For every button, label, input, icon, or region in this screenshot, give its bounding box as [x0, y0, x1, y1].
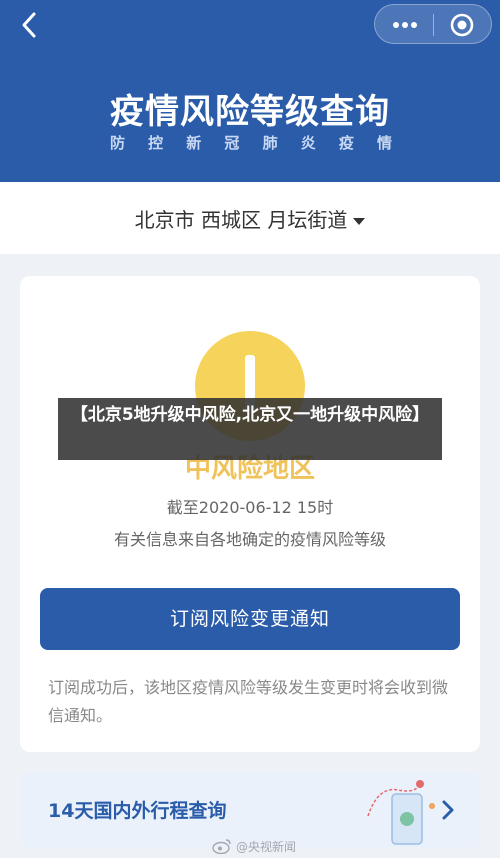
- header: 疫情风险等级查询 防 控 新 冠 肺 炎 疫 情: [0, 0, 500, 182]
- watermark-text: @央视新闻: [236, 839, 297, 854]
- location-text: 北京市 西城区 月坛街道: [134, 208, 348, 232]
- update-date: 截至2020-06-12 15时: [166, 498, 334, 517]
- chevron-right-icon[interactable]: [438, 796, 458, 824]
- close-target-icon[interactable]: [450, 13, 474, 37]
- subtitle-char: 冠: [224, 134, 240, 152]
- subtitle-char: 疫: [338, 134, 354, 152]
- location-selector[interactable]: 北京市 西城区 月坛街道: [0, 182, 500, 254]
- dropdown-caret-icon: [353, 218, 366, 225]
- headline-text: 【北京5地升级中风险,北京又一地升级中风险】: [70, 405, 430, 425]
- subscribe-note: 订阅成功后，该地区疫情风险等级发生变更时将会收到微信通知。: [48, 678, 449, 725]
- more-dots-icon[interactable]: [393, 19, 419, 31]
- subscribe-button[interactable]: 订阅风险变更通知: [40, 588, 460, 650]
- source-note: 有关信息来自各地确定的疫情风险等级: [113, 530, 386, 549]
- weibo-icon: [212, 839, 231, 854]
- headline-banner: 【北京5地升级中风险,北京又一地升级中风险】: [58, 398, 442, 460]
- page-subtitle: 防 控 新 冠 肺 炎 疫 情: [110, 132, 392, 153]
- subtitle-char: 情: [376, 134, 392, 152]
- map-route-icon: [367, 780, 435, 845]
- page-title: 疫情风险等级查询: [110, 92, 390, 132]
- subtitle-char: 炎: [300, 134, 316, 152]
- mini-program-capsule: [374, 4, 492, 44]
- back-arrow-icon[interactable]: [16, 10, 44, 40]
- capsule-divider: [433, 14, 434, 36]
- risk-card: 中风险地区 截至2020-06-12 15时 有关信息来自各地确定的疫情风险等级…: [20, 276, 480, 752]
- trip-query-label: 14天国内外行程查询: [48, 800, 227, 822]
- location-row[interactable]: 北京市 西城区 月坛街道: [0, 204, 500, 233]
- source-watermark: @央视新闻: [212, 836, 296, 856]
- subtitle-char: 肺: [262, 134, 278, 152]
- subtitle-char: 新: [186, 134, 202, 152]
- subtitle-char: 控: [148, 134, 164, 152]
- subtitle-char: 防: [110, 134, 126, 152]
